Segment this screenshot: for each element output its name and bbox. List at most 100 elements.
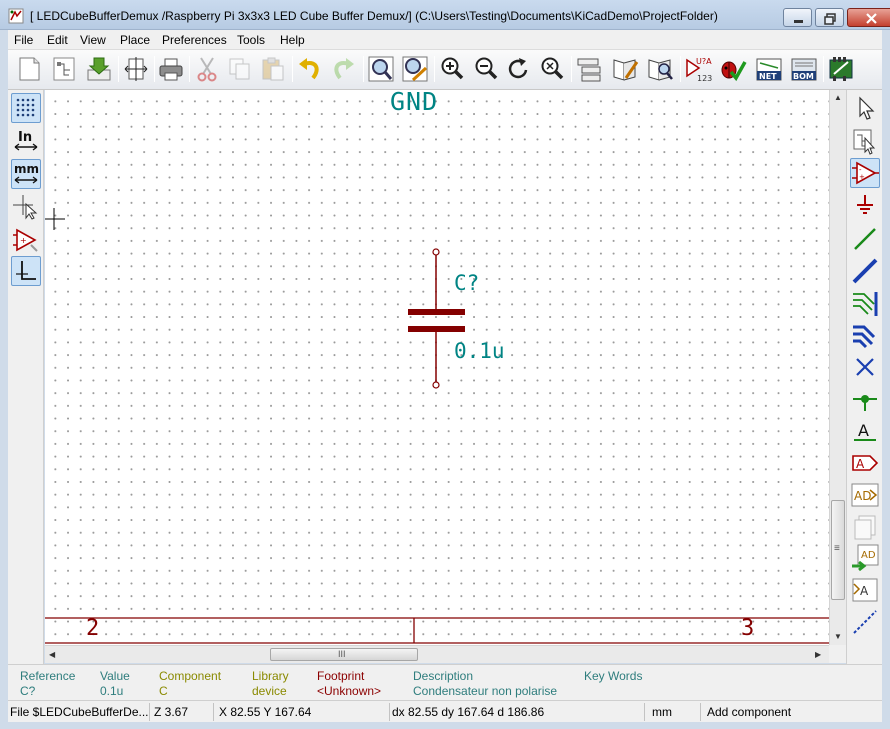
library-editor-button[interactable] <box>610 54 640 84</box>
junction-icon <box>853 395 877 411</box>
horizontal-scroll-grip: III <box>338 649 346 659</box>
component-reference[interactable]: C? <box>454 271 479 295</box>
units-mm-button[interactable]: mm <box>11 159 41 189</box>
hidden-pins-button[interactable]: + <box>11 225 41 255</box>
add-component-button[interactable]: - + <box>850 158 880 188</box>
add-graphic-line-icon <box>853 610 877 634</box>
horizontal-scroll-thumb[interactable]: III <box>270 648 418 661</box>
save-icon <box>87 57 111 81</box>
net-label-button[interactable]: A <box>850 416 880 446</box>
hierarchical-sheet-button[interactable] <box>850 512 880 542</box>
global-label-button[interactable]: A <box>850 448 880 478</box>
info-footprint-label: Footprint <box>317 669 365 683</box>
netlist-button[interactable]: NET <box>754 54 784 84</box>
zoom-fit-button[interactable] <box>537 54 567 84</box>
menu-bar: File Edit View Place Preferences Tools H… <box>8 30 882 50</box>
zoom-out-button[interactable] <box>471 54 501 84</box>
bom-button[interactable]: BOM <box>789 54 819 84</box>
library-browser-button[interactable] <box>645 54 675 84</box>
status-cursor-xy: X 82.55 Y 167.64 <box>219 705 312 719</box>
page-settings-button[interactable] <box>121 54 151 84</box>
copy-button[interactable] <box>225 54 255 84</box>
scroll-down-arrow-icon[interactable]: ▼ <box>834 632 842 641</box>
zoom-redraw-icon <box>508 58 528 79</box>
maximize-button[interactable] <box>815 8 844 27</box>
border-zone-2: 2 <box>86 616 100 641</box>
menu-view[interactable]: View <box>80 33 106 47</box>
navigate-hierarchy-button[interactable] <box>574 54 604 84</box>
status-separator <box>644 703 645 721</box>
cvpcb-button[interactable] <box>826 54 856 84</box>
cut-button[interactable] <box>192 54 222 84</box>
menu-place[interactable]: Place <box>120 33 150 47</box>
wire-angle-icon <box>16 261 36 280</box>
add-power-button[interactable] <box>850 191 880 221</box>
add-wire-button[interactable] <box>850 224 880 254</box>
new-sheet-button[interactable] <box>14 54 44 84</box>
menu-edit[interactable]: Edit <box>47 33 68 47</box>
erc-button[interactable] <box>717 54 747 84</box>
netlist-icon: NET <box>756 58 782 81</box>
no-connect-button[interactable] <box>850 352 880 382</box>
cut-icon <box>197 57 217 82</box>
junction-button[interactable] <box>850 384 880 414</box>
hierarchical-label-icon: AD <box>851 483 879 507</box>
vertical-scrollbar[interactable]: ▲ ≡ ▼ <box>829 90 846 645</box>
hierarchy-button[interactable] <box>49 54 79 84</box>
menu-preferences[interactable]: Preferences <box>162 33 227 47</box>
title-bar: [ LEDCubeBufferDemux /Raspberry Pi 3x3x3… <box>0 0 890 30</box>
print-button[interactable] <box>156 54 186 84</box>
status-zoom: Z 3.67 <box>154 705 189 719</box>
hierarchy-navigator-button[interactable] <box>850 126 880 156</box>
pin-2-endpoint[interactable] <box>432 381 440 389</box>
add-graphic-line-button[interactable] <box>850 607 880 637</box>
schematic-canvas[interactable]: GND C? 0.1u 2 3 <box>45 90 829 645</box>
component-value[interactable]: 0.1u <box>454 339 505 363</box>
find-replace-button[interactable] <box>400 54 430 84</box>
bus-to-bus-entry-button[interactable] <box>850 320 880 350</box>
import-sheet-pin-button[interactable]: AD <box>850 543 880 573</box>
grid-toggle-button[interactable] <box>11 93 41 123</box>
wire-angle-button[interactable] <box>11 256 41 286</box>
add-bus-button[interactable] <box>850 256 880 286</box>
vertical-scroll-thumb[interactable]: ≡ <box>831 500 845 600</box>
select-tool-button[interactable] <box>850 93 880 123</box>
find-button[interactable] <box>366 54 396 84</box>
save-button[interactable] <box>84 54 114 84</box>
add-sheet-pin-button[interactable]: A <box>850 575 880 605</box>
info-component-value: C <box>159 684 168 698</box>
menu-help[interactable]: Help <box>280 33 305 47</box>
scroll-left-arrow-icon[interactable]: ◀ <box>49 650 55 659</box>
wire-to-bus-entry-button[interactable] <box>850 288 880 318</box>
hierarchical-label-button[interactable]: AD <box>850 480 880 510</box>
bus-to-bus-entry-icon <box>853 325 876 349</box>
capacitor-symbol[interactable] <box>408 248 465 389</box>
status-separator <box>389 703 390 721</box>
add-wire-icon <box>854 228 876 250</box>
paste-button[interactable] <box>258 54 288 84</box>
pin-1-endpoint[interactable] <box>432 248 440 256</box>
close-button[interactable] <box>847 8 890 27</box>
units-inch-button[interactable]: In <box>11 126 41 156</box>
minimize-icon <box>794 20 803 23</box>
cursor-shape-button[interactable] <box>11 192 41 222</box>
scroll-right-arrow-icon[interactable]: ▶ <box>815 650 821 659</box>
info-component-label: Component <box>159 669 222 683</box>
scroll-up-arrow-icon[interactable]: ▲ <box>834 93 842 102</box>
minimize-button[interactable] <box>783 8 812 27</box>
zoom-redraw-button[interactable] <box>504 54 534 84</box>
info-library-value: device <box>252 684 287 698</box>
redo-button[interactable] <box>328 54 358 84</box>
new-sheet-icon <box>19 57 40 81</box>
status-separator <box>213 703 214 721</box>
zoom-in-button[interactable] <box>437 54 467 84</box>
horizontal-scrollbar[interactable]: ◀ III ▶ <box>45 645 829 663</box>
svg-text:AD: AD <box>861 550 876 561</box>
menu-tools[interactable]: Tools <box>237 33 265 47</box>
annotate-button[interactable]: U?A 123 <box>683 54 713 84</box>
menu-file[interactable]: File <box>14 33 33 47</box>
redo-icon <box>334 58 354 80</box>
undo-button[interactable] <box>295 54 325 84</box>
add-sheet-pin-icon: A <box>852 578 878 602</box>
hierarchy-navigator-icon <box>853 129 876 155</box>
